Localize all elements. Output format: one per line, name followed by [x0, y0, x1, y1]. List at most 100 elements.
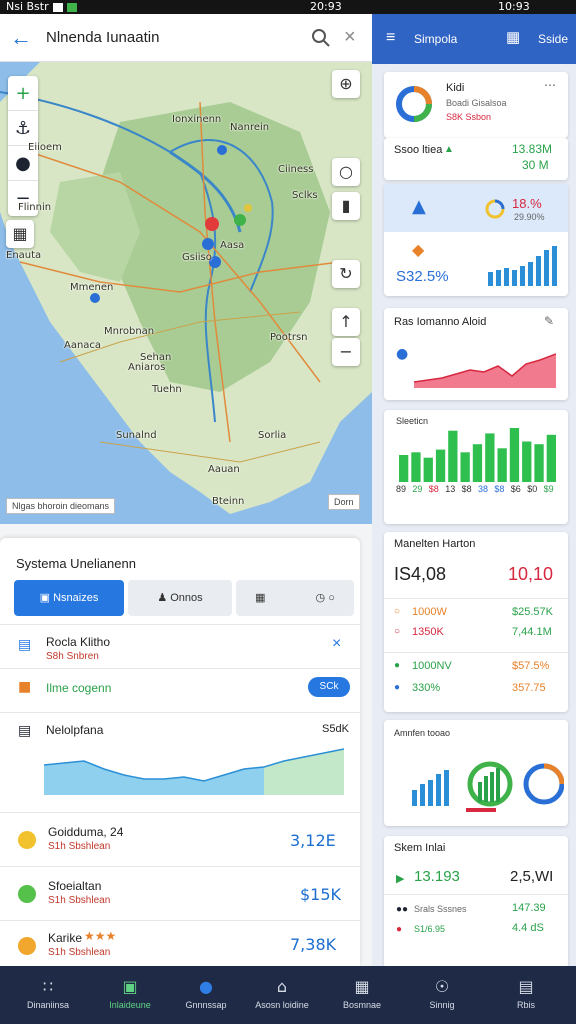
- edit-icon[interactable]: ✎: [544, 314, 554, 328]
- more-icon[interactable]: ⋯: [544, 78, 556, 92]
- market-b: 357.75: [512, 682, 546, 694]
- route-row[interactable]: ▤ Rocla Klitho S8h Snbren ×: [0, 624, 360, 668]
- growth-card[interactable]: Amnfen tooao: [384, 720, 568, 826]
- list-item[interactable]: Karike ★★★ S1h Sbshlean 7,38K: [0, 920, 360, 966]
- back-arrow-icon[interactable]: ←: [10, 26, 34, 50]
- volume-bar: [497, 448, 507, 482]
- area-chart: [44, 748, 344, 795]
- route-title: Rocla Klitho: [46, 635, 111, 649]
- nav-item-chart[interactable]: ▦ Bosmnae: [326, 966, 398, 1024]
- item-sub: S1h Sbshlean: [48, 841, 111, 852]
- rate-bars: [488, 246, 557, 286]
- markets-card[interactable]: Manelten Harton IS4,08 10,10 ○ 1000W $25…: [384, 532, 568, 712]
- donut-icon: [396, 86, 432, 122]
- pin-icon[interactable]: ↑: [332, 308, 360, 336]
- nav-item-house[interactable]: ⌂ Asosn loidine: [246, 966, 318, 1024]
- nav-item-dashboard[interactable]: ∷ Dinaniinsa: [12, 966, 84, 1024]
- dashboard-panel: ≡ Simpola ▦ Sside Kidi Boadi Gisalsoa S8…: [372, 14, 576, 968]
- minus-icon[interactable]: −: [332, 338, 360, 366]
- promo-button[interactable]: SCk: [308, 677, 350, 697]
- summary-r2a: S1/6.95: [414, 924, 446, 934]
- list-item[interactable]: Sfoeialtan S1h Sbshlean $15K: [0, 866, 360, 920]
- volume-card[interactable]: Sleeticn 89 29 $8 13 $8 38 $8 $6 $0 $9: [384, 410, 568, 524]
- map-view[interactable]: + ⚓ ● − ▦ ⊕ ○ ▮ ↻ ↑ − Ionxinenn Nanrein …: [0, 62, 372, 524]
- summary-v1: 13.193: [414, 868, 460, 885]
- stats-card[interactable]: Ssoo ltiea ▲ 13.83M 30 M: [384, 138, 568, 180]
- compass-icon[interactable]: ○: [332, 158, 360, 186]
- tab-third[interactable]: ▦ ◷ ○: [236, 580, 354, 616]
- status-time-left: 20:93: [310, 0, 342, 13]
- market-icon: ○: [394, 606, 401, 617]
- item-title: Goidduma, 24: [48, 825, 124, 839]
- growth-title: Amnfen tooao: [394, 728, 451, 738]
- market-row[interactable]: ● 1000NV $57.5%: [384, 658, 568, 678]
- nav-label: Dinaniinsa: [26, 1000, 70, 1010]
- list-item[interactable]: Goidduma, 24 S1h Sbshlean 3,12E: [0, 812, 360, 866]
- close-icon[interactable]: ×: [344, 26, 356, 48]
- search-icon[interactable]: [310, 27, 332, 49]
- nav-item-chat[interactable]: ● Gnnnssap: [170, 966, 242, 1024]
- anchor-icon[interactable]: ⚓: [8, 111, 38, 146]
- rate-card[interactable]: ▲ 18.% 29.90% ◆ S32.5%: [384, 184, 568, 296]
- map-label: Sorlia: [258, 430, 287, 441]
- gift-icon: ■: [18, 679, 32, 695]
- volume-bar-chart: [399, 428, 556, 482]
- zoom-in-icon[interactable]: +: [8, 76, 38, 111]
- map-label: Bteinn: [212, 496, 245, 507]
- summary-r1a: Srals Sssnes: [414, 904, 467, 914]
- market-b: 7,44.1M: [512, 626, 552, 638]
- volume-tick: $6: [510, 484, 521, 494]
- volume-bar: [423, 457, 433, 482]
- map-scale: Dorn: [328, 494, 360, 510]
- status-time-right: 10:93: [498, 0, 530, 13]
- nav-item-home[interactable]: ▣ Inlaideune: [94, 966, 166, 1024]
- play-icon: ▶: [396, 872, 405, 885]
- market-icon: ●: [394, 660, 401, 671]
- nav-item-globe[interactable]: ☉ Sinnig: [406, 966, 478, 1024]
- market-a: 1000W: [412, 606, 447, 618]
- kpi-line1: Boadi Gisalsoa: [446, 98, 507, 108]
- kpi-card[interactable]: Kidi Boadi Gisalsoa S8K Ssbon ⋯: [384, 72, 568, 138]
- status-left: Nsi Bstr: [6, 0, 49, 13]
- summary-title: Skem Inlai: [394, 842, 446, 854]
- header-action[interactable]: Sside: [538, 32, 568, 46]
- market-b: $25.57K: [512, 606, 553, 618]
- summary-card[interactable]: Skem Inlai ▶ 13.193 2,5,WI ●● Srals Sssn…: [384, 836, 568, 968]
- nav-label: Inlaideune: [109, 1000, 151, 1010]
- stats-v1: 13.83M: [512, 142, 553, 156]
- clock-icon: ◷ ○: [315, 592, 335, 604]
- map-label: Gsiiso: [182, 252, 212, 263]
- market-icon: ●: [394, 682, 401, 693]
- tab-second[interactable]: ♟ Onnos: [128, 580, 232, 616]
- search-input[interactable]: Nlnenda Iunaatin: [46, 29, 159, 46]
- tab-first[interactable]: ▣ Nsnaizes: [14, 580, 124, 616]
- tab-label: Nsnaizes: [53, 592, 99, 604]
- map-label: Flinnin: [18, 202, 52, 213]
- market-icon: ○: [394, 626, 401, 637]
- menu-icon[interactable]: ≡: [386, 29, 395, 47]
- item-value: 7,38K: [290, 935, 337, 954]
- coin-icon: [18, 831, 36, 849]
- bookmark-icon[interactable]: ▮: [332, 192, 360, 220]
- market-row[interactable]: ● 330% 357.75: [384, 680, 568, 700]
- stats-v2: 30 M: [522, 158, 549, 172]
- volume-bar: [472, 444, 483, 482]
- close-route-icon[interactable]: ×: [332, 635, 341, 653]
- market-row[interactable]: ○ 1350K 7,44.1M: [384, 624, 568, 644]
- market-row[interactable]: ○ 1000W $25.57K: [384, 604, 568, 624]
- toolbox-icon[interactable]: ▦: [506, 28, 520, 46]
- nav-label: Bosmnae: [342, 1000, 382, 1010]
- layers-icon[interactable]: ▦: [6, 220, 34, 248]
- location-pin-icon: ●: [396, 346, 409, 362]
- person-icon: ♟: [157, 592, 171, 604]
- tab-icon: ▣: [39, 592, 54, 604]
- locate-icon[interactable]: ⊕: [332, 70, 360, 98]
- rotate-icon[interactable]: ↻: [332, 260, 360, 288]
- tab-label: Onnos: [170, 592, 203, 604]
- market-a: 1350K: [412, 626, 444, 638]
- promo-row[interactable]: ■ Ilme cogenn SCk: [0, 668, 360, 708]
- chart-value: S5dK: [322, 723, 349, 735]
- coordinates-readout: Nlgas bhoroin dieomans: [6, 498, 116, 514]
- trend-card[interactable]: Ras Iomanno Aloid ✎ ●: [384, 308, 568, 400]
- nav-item-doc[interactable]: ▤ Rbis: [490, 966, 562, 1024]
